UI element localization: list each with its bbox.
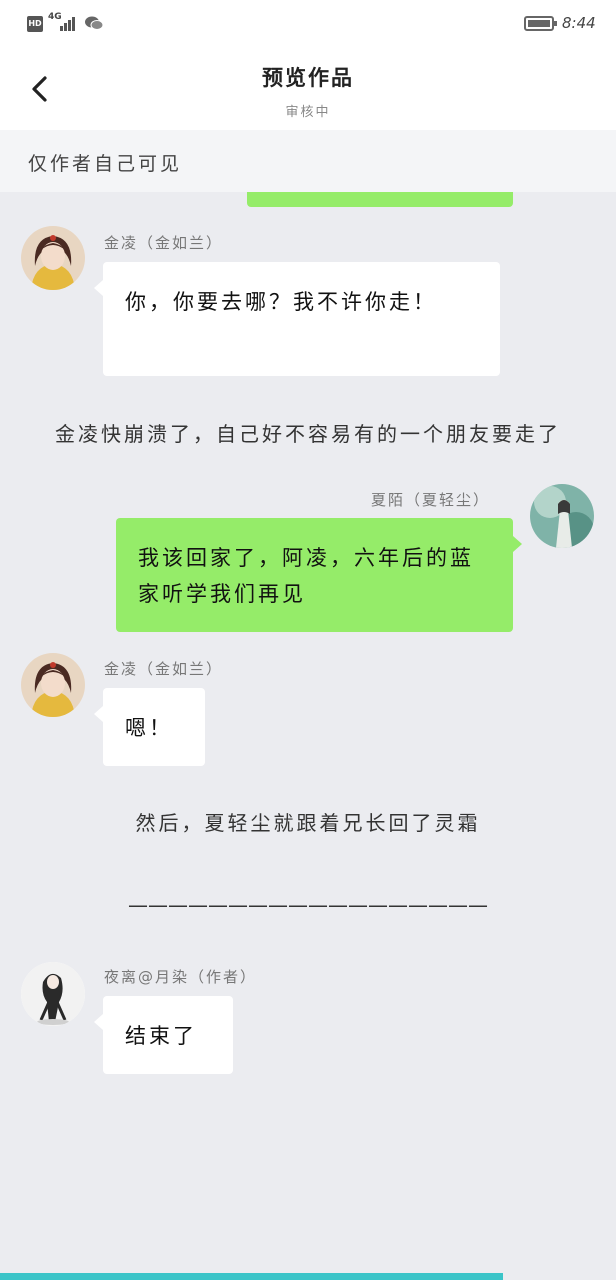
- hd-icon: HD: [27, 16, 43, 32]
- battery-icon: [524, 16, 557, 31]
- visibility-notice: 仅作者自己可见: [0, 130, 616, 192]
- status-time: 8:44: [562, 14, 596, 32]
- avatar-jinling[interactable]: [21, 226, 85, 290]
- sender-name: 夏陌（夏轻尘）: [371, 491, 491, 509]
- sender-name: 金凌（金如兰）: [104, 234, 224, 252]
- separator-line: ——————————————————: [128, 893, 488, 917]
- message-bubble[interactable]: 嗯！: [94, 688, 205, 766]
- wechat-notification-icon: [85, 16, 104, 30]
- top-app-bar: 预览作品 审核中: [0, 50, 616, 130]
- signal-icon: [58, 15, 78, 31]
- review-status: 审核中: [285, 105, 331, 120]
- narration-text: 然后，夏轻尘就跟着兄长回了灵霜: [135, 811, 481, 835]
- partial-message-bubble: [247, 192, 513, 207]
- status-bar: HD 4G 8:44: [0, 0, 616, 50]
- avatar-author[interactable]: [21, 962, 85, 1026]
- page-title: 预览作品: [262, 66, 354, 90]
- avatar-jinling[interactable]: [21, 653, 85, 717]
- message-bubble[interactable]: 你，你要去哪？我不许你走！: [94, 262, 500, 376]
- message-bubble[interactable]: 结束了: [94, 996, 233, 1074]
- reading-progress-bar: [0, 1273, 503, 1280]
- sender-name: 夜离@月染（作者）: [104, 968, 258, 986]
- sender-name: 金凌（金如兰）: [104, 660, 224, 678]
- visibility-notice-text: 仅作者自己可见: [28, 153, 183, 175]
- message-bubble-self[interactable]: 我该回家了，阿凌，六年后的蓝家听学我们再见: [116, 518, 522, 632]
- narration-text: 金凌快崩溃了，自己好不容易有的一个朋友要走了: [55, 422, 561, 446]
- avatar-xiamo[interactable]: [530, 484, 594, 548]
